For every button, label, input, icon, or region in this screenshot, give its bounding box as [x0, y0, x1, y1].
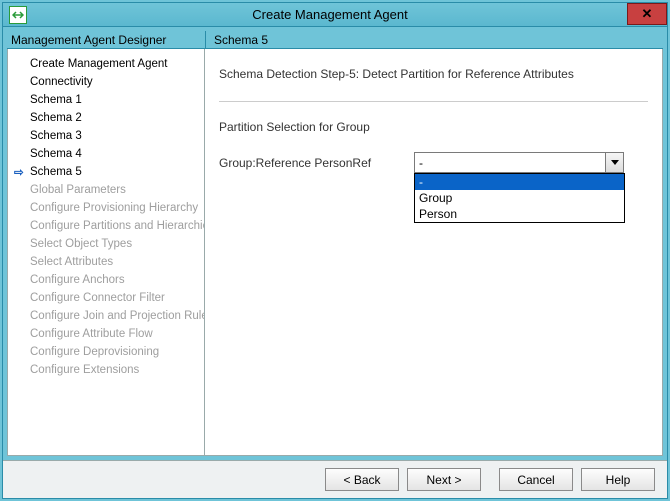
- sidebar-item[interactable]: Schema 2: [8, 109, 204, 127]
- sidebar-item[interactable]: Schema 4: [8, 145, 204, 163]
- sidebar-item: Configure Partitions and Hierarchies: [8, 217, 204, 235]
- window: Create Management Agent ✕ Management Age…: [2, 2, 668, 499]
- sidebar-item: Configure Provisioning Hierarchy: [8, 199, 204, 217]
- section-label: Partition Selection for Group: [219, 120, 648, 134]
- footer: < Back Next > Cancel Help: [3, 460, 667, 498]
- field-row: Group:Reference PersonRef - -GroupPerson: [219, 152, 648, 173]
- pane-headers: Management Agent Designer Schema 5: [7, 31, 663, 49]
- dropdown-option[interactable]: -: [415, 174, 624, 190]
- sidebar-item-label: Select Attributes: [30, 256, 113, 268]
- sidebar-item-label: Select Object Types: [30, 238, 132, 250]
- next-button[interactable]: Next >: [407, 468, 481, 491]
- close-icon: ✕: [642, 6, 653, 22]
- sidebar-item-label: Schema 2: [30, 112, 82, 124]
- divider: [219, 101, 648, 102]
- field-label: Group:Reference PersonRef: [219, 156, 404, 170]
- sidebar-item: Select Object Types: [8, 235, 204, 253]
- sidebar-item: Configure Anchors: [8, 271, 204, 289]
- sidebar-item-label: Connectivity: [30, 76, 93, 88]
- combo-value: -: [415, 156, 605, 170]
- panes: Create Management Agent Connectivity Schem…: [7, 49, 663, 456]
- sidebar-item: Configure Join and Projection Rules: [8, 307, 204, 325]
- sidebar-item-label: Configure Partitions and Hierarchies: [30, 220, 205, 232]
- sidebar-item-label: Global Parameters: [30, 184, 126, 196]
- sidebar-item[interactable]: Schema 3: [8, 127, 204, 145]
- sidebar-item-label: Configure Deprovisioning: [30, 346, 159, 358]
- sidebar-item[interactable]: ⇨ Schema 5: [8, 163, 204, 181]
- help-button[interactable]: Help: [581, 468, 655, 491]
- chevron-down-icon: [611, 160, 619, 166]
- app-icon: [9, 6, 27, 24]
- sidebar-item: Configure Connector Filter: [8, 289, 204, 307]
- sidebar-item-label: Schema 1: [30, 94, 82, 106]
- sidebar-item-label: Configure Extensions: [30, 364, 139, 376]
- sidebar-item: Configure Attribute Flow: [8, 325, 204, 343]
- sidebar-item-label: Configure Join and Projection Rules: [30, 310, 205, 322]
- sidebar-item: Select Attributes: [8, 253, 204, 271]
- dropdown-option[interactable]: Person: [415, 206, 624, 222]
- sidebar-item-label: Create Management Agent: [30, 58, 167, 70]
- sidebar-item-label: Configure Anchors: [30, 274, 125, 286]
- sidebar-item-label: Schema 3: [30, 130, 82, 142]
- dropdown-option[interactable]: Group: [415, 190, 624, 206]
- sidebar-item-label: Configure Attribute Flow: [30, 328, 153, 340]
- step-title: Schema Detection Step-5: Detect Partitio…: [219, 67, 648, 81]
- sidebar-item[interactable]: Schema 1: [8, 91, 204, 109]
- sidebar: Create Management Agent Connectivity Schem…: [7, 49, 205, 456]
- sidebar-item-label: Schema 5: [30, 166, 82, 178]
- close-button[interactable]: ✕: [627, 3, 667, 25]
- sidebar-item-label: Schema 4: [30, 148, 82, 160]
- main-pane: Schema Detection Step-5: Detect Partitio…: [205, 49, 663, 456]
- sidebar-item: Global Parameters: [8, 181, 204, 199]
- sidebar-header: Management Agent Designer: [7, 31, 205, 49]
- titlebar: Create Management Agent ✕: [3, 3, 667, 27]
- sidebar-item[interactable]: Connectivity: [8, 73, 204, 91]
- sidebar-item-label: Configure Provisioning Hierarchy: [30, 202, 198, 214]
- current-step-arrow-icon: ⇨: [14, 165, 24, 179]
- partition-combo[interactable]: - -GroupPerson: [414, 152, 624, 173]
- back-button[interactable]: < Back: [325, 468, 399, 491]
- sidebar-item-label: Configure Connector Filter: [30, 292, 165, 304]
- cancel-button[interactable]: Cancel: [499, 468, 573, 491]
- combo-dropdown-button[interactable]: [605, 153, 623, 172]
- combo-dropdown-list[interactable]: -GroupPerson: [414, 173, 625, 223]
- sidebar-item: Configure Deprovisioning: [8, 343, 204, 361]
- sidebar-item[interactable]: Create Management Agent: [8, 55, 204, 73]
- dialog-body: Management Agent Designer Schema 5 Creat…: [3, 27, 667, 460]
- sidebar-item: Configure Extensions: [8, 361, 204, 379]
- main-header: Schema 5: [205, 31, 663, 49]
- window-title: Create Management Agent: [33, 7, 667, 22]
